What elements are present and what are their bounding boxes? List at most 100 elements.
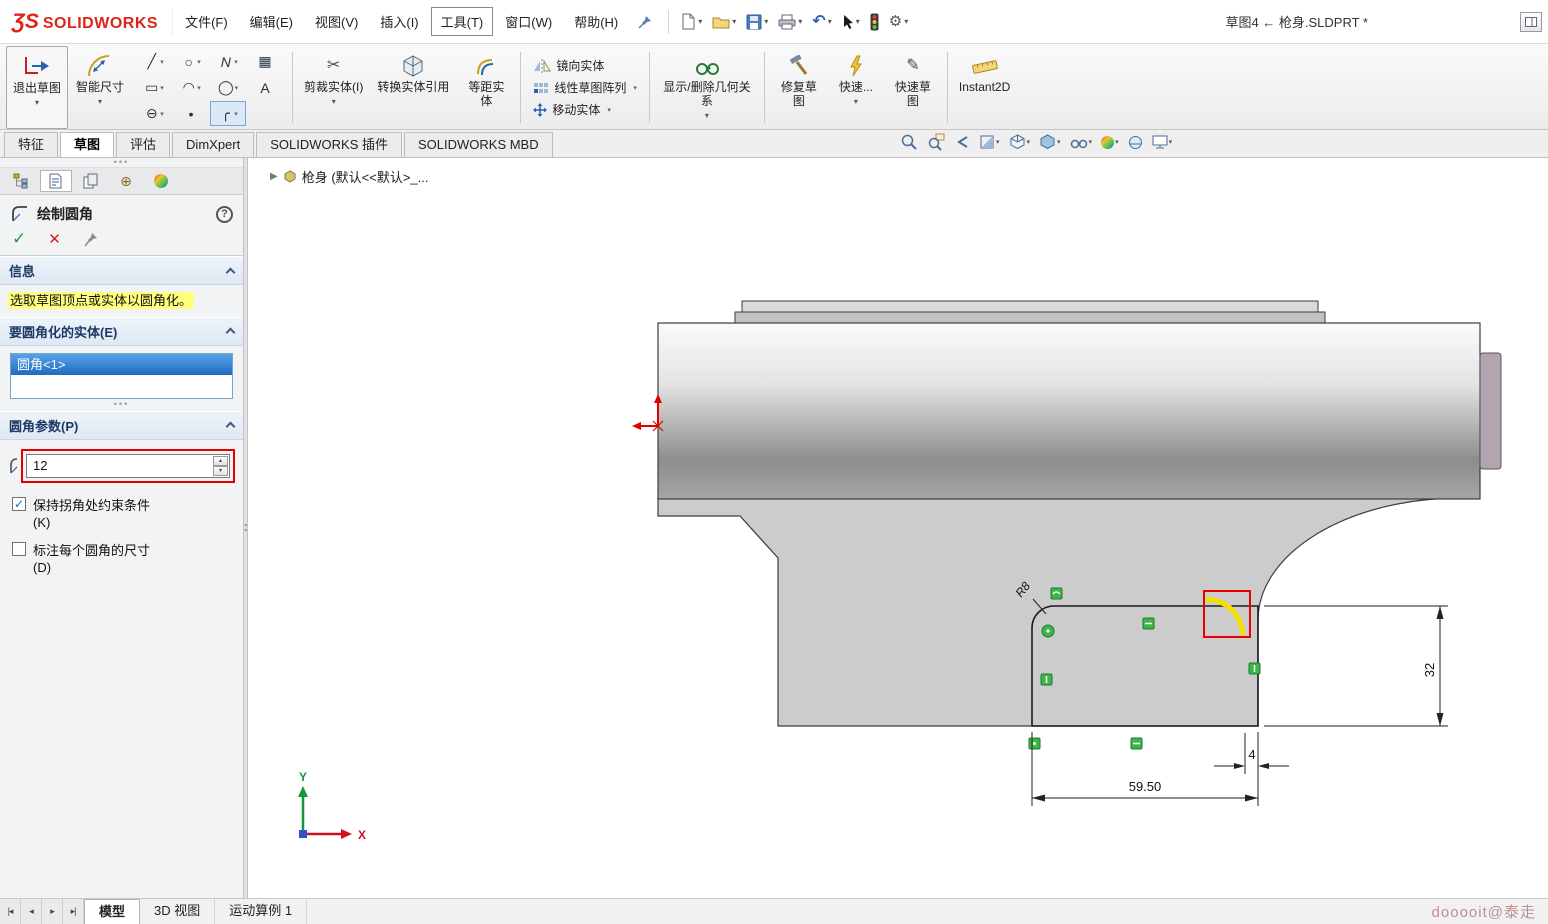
slot-tool[interactable]: ⊖▾ <box>136 101 172 126</box>
last-tab-button[interactable]: ▸| <box>63 899 84 924</box>
property-manager-tab[interactable] <box>40 170 72 192</box>
display-manager-tab[interactable] <box>145 170 177 192</box>
zoom-area-button[interactable] <box>927 133 945 151</box>
configuration-manager-tab[interactable] <box>75 170 107 192</box>
feature-manager-tab[interactable] <box>5 170 37 192</box>
spinner-down-icon[interactable]: ▾ <box>213 466 228 476</box>
ok-check-icon[interactable]: ✓ <box>12 231 26 247</box>
dimension-height[interactable]: 32 <box>1264 606 1448 726</box>
quick-snaps-button[interactable]: 快速... ▾ <box>830 46 882 129</box>
view-orientation-button[interactable]: ▾ <box>1009 134 1031 150</box>
save-button[interactable]: ▾ <box>742 11 772 33</box>
exit-sketch-button[interactable]: 退出草图 ▾ <box>6 46 68 129</box>
offset-entities-button[interactable]: 等距实体 <box>457 46 515 129</box>
dimension-each-checkbox[interactable] <box>12 542 26 556</box>
options-button[interactable]: ⚙▾ <box>885 11 912 32</box>
smart-dimension-dropdown-icon[interactable]: ▾ <box>98 97 102 106</box>
hide-show-items-button[interactable]: ▾ <box>1070 135 1093 149</box>
menu-insert[interactable]: 插入(I) <box>370 7 428 36</box>
rapid-sketch-button[interactable]: ✎ 快速草图 <box>884 46 942 129</box>
menu-help[interactable]: 帮助(H) <box>564 7 628 36</box>
model-scene[interactable]: R8 59.50 <box>248 158 1548 898</box>
dimension-width[interactable]: 59.50 <box>1032 732 1258 806</box>
graphics-area[interactable]: ▶ 枪身 (默认<<默认>_... <box>248 158 1548 898</box>
tab-sketch[interactable]: 草图 <box>60 132 114 157</box>
select-button[interactable]: ▾ <box>838 11 864 33</box>
mirror-entities-button[interactable]: 镜向实体 <box>530 56 640 75</box>
menu-tools[interactable]: 工具(T) <box>431 7 494 36</box>
zoom-fit-button[interactable] <box>900 133 918 151</box>
view-settings-button[interactable]: ▾ <box>1152 135 1173 149</box>
menu-view[interactable]: 视图(V) <box>305 7 368 36</box>
point-tool[interactable]: • <box>173 101 209 126</box>
entities-section-header[interactable]: 要圆角化的实体(E) <box>0 317 243 346</box>
next-tab-button[interactable]: ▸ <box>42 899 63 924</box>
section-view-button[interactable]: ▾ <box>979 134 1000 150</box>
edit-appearance-button[interactable]: ▾ <box>1101 136 1119 149</box>
sketch-grid-tool[interactable]: ▦ <box>247 49 283 74</box>
keep-visible-pin-icon[interactable] <box>83 232 98 247</box>
fillet-parameters-header[interactable]: 圆角参数(P) <box>0 411 243 440</box>
menu-file[interactable]: 文件(F) <box>175 7 238 36</box>
trim-dropdown-icon[interactable]: ▾ <box>332 97 336 106</box>
previous-view-button[interactable] <box>954 134 970 150</box>
convert-entities-button[interactable]: 转换实体引用 <box>371 46 455 129</box>
rectangle-tool[interactable]: ▭▾ <box>136 75 172 100</box>
display-style-button[interactable]: ▾ <box>1039 134 1061 150</box>
tab-3d-views[interactable]: 3D 视图 <box>140 899 215 924</box>
tab-features[interactable]: 特征 <box>4 132 58 157</box>
tab-solidworks-addins[interactable]: SOLIDWORKS 插件 <box>256 132 402 157</box>
tab-model[interactable]: 模型 <box>84 899 140 924</box>
new-document-button[interactable]: ▾ <box>677 10 706 33</box>
spline-tool[interactable]: N▾ <box>210 49 246 74</box>
move-entities-button[interactable]: 移动实体 ▾ <box>530 100 640 119</box>
circle-tool[interactable]: ○▾ <box>173 49 209 74</box>
open-document-button[interactable]: ▾ <box>708 11 740 32</box>
dimxpert-manager-tab[interactable]: ⊕ <box>110 170 142 192</box>
arc-tool[interactable]: ◠▾ <box>173 75 209 100</box>
spinner-up-icon[interactable]: ▴ <box>213 456 228 466</box>
ellipse-tool[interactable]: ◯▾ <box>210 75 246 100</box>
quick-snaps-dropdown-icon[interactable]: ▾ <box>854 97 858 106</box>
exit-sketch-dropdown-icon[interactable]: ▾ <box>35 98 39 107</box>
model-rail-base[interactable] <box>735 312 1325 324</box>
tab-solidworks-mbd[interactable]: SOLIDWORKS MBD <box>404 132 553 157</box>
menubar-pin-icon[interactable] <box>630 13 660 31</box>
linear-pattern-button[interactable]: 线性草图阵列 ▾ <box>530 78 640 97</box>
entities-listbox[interactable]: 圆角<1> <box>10 353 233 399</box>
menu-window[interactable]: 窗口(W) <box>495 7 562 36</box>
model-rail-top[interactable] <box>742 301 1318 312</box>
entity-list-item[interactable]: 圆角<1> <box>11 354 232 375</box>
cancel-x-icon[interactable]: ✕ <box>48 232 61 247</box>
dimension-offset[interactable]: 4 <box>1214 733 1289 774</box>
relations-dropdown-icon[interactable]: ▾ <box>705 111 709 120</box>
sketch-fillet-tool[interactable]: ╭▾ <box>210 101 246 126</box>
trim-entities-button[interactable]: ✂ 剪裁实体(I) ▾ <box>298 46 369 129</box>
panel-resize-grip[interactable]: ••• <box>0 158 243 168</box>
text-tool[interactable]: A <box>247 75 283 100</box>
keep-constraints-checkbox[interactable]: ✓ <box>12 497 26 511</box>
tab-dimxpert[interactable]: DimXpert <box>172 132 254 157</box>
tab-evaluate[interactable]: 评估 <box>116 132 170 157</box>
line-tool[interactable]: ╱▾ <box>136 49 172 74</box>
flyout-tree-arrow-icon[interactable]: ▶ <box>270 171 278 182</box>
feature-breadcrumb[interactable]: ▶ 枪身 (默认<<默认>_... <box>270 167 429 186</box>
model-receiver-face[interactable] <box>658 498 1460 726</box>
help-icon[interactable]: ? <box>216 206 233 223</box>
apply-scene-button[interactable] <box>1128 135 1143 150</box>
rebuild-button[interactable] <box>866 10 883 34</box>
display-pane-button[interactable] <box>1520 12 1542 32</box>
model-muzzle-cap[interactable] <box>1480 353 1501 469</box>
tab-motion-study[interactable]: 运动算例 1 <box>215 899 307 924</box>
display-delete-relations-button[interactable]: 显示/删除几何关系 ▾ <box>655 46 759 129</box>
info-section-header[interactable]: 信息 <box>0 256 243 285</box>
menu-edit[interactable]: 编辑(E) <box>240 7 303 36</box>
model-barrel-face[interactable] <box>658 323 1480 499</box>
smart-dimension-button[interactable]: 智能尺寸 ▾ <box>70 46 130 129</box>
print-button[interactable]: ▾ <box>774 11 806 33</box>
move-entities-dropdown-icon[interactable]: ▾ <box>607 106 611 114</box>
repair-sketch-button[interactable]: 修复草图 <box>770 46 828 129</box>
instant2d-button[interactable]: Instant2D <box>953 46 1016 129</box>
fillet-radius-input[interactable] <box>26 454 230 478</box>
undo-button[interactable]: ↶▾ <box>808 12 835 32</box>
